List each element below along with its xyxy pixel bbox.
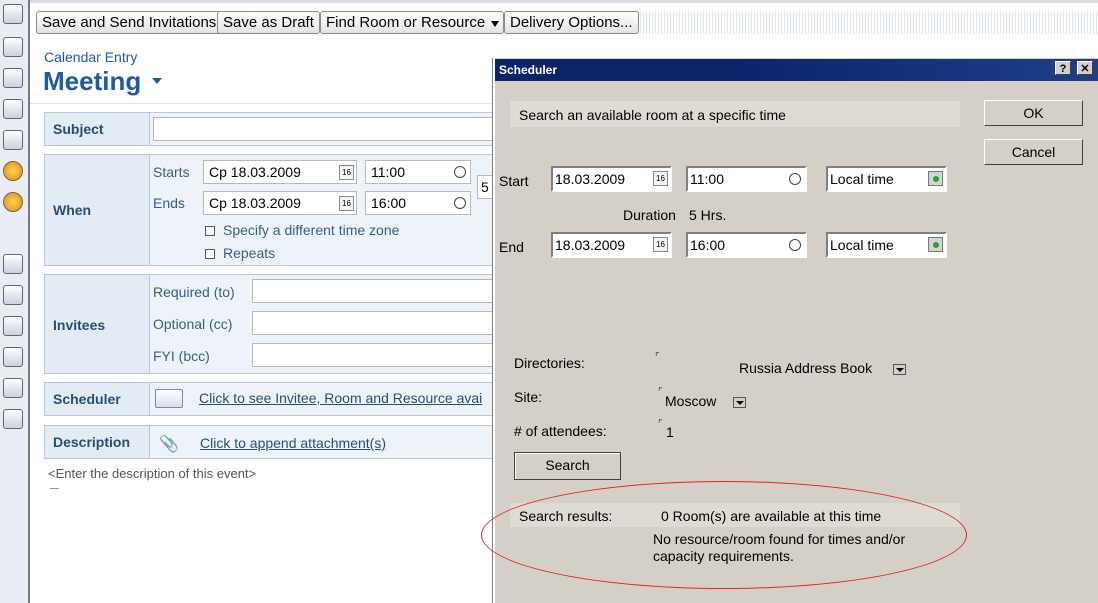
end-date-field[interactable]: Ср 18.03.2009 [203, 191, 357, 215]
invitees-label: Invitees [53, 317, 106, 333]
ok-button[interactable]: OK [984, 100, 1083, 126]
required-label: Required (to) [153, 284, 235, 300]
site-value[interactable]: Moscow [665, 393, 716, 409]
description-section: Description 📎 Click to append attachment… [44, 425, 514, 459]
repeats-checkbox-label: Repeats [223, 245, 276, 261]
globe-icon[interactable] [928, 171, 943, 186]
chevron-down-icon[interactable] [152, 78, 162, 84]
entry-type-selector[interactable]: Meeting [43, 66, 141, 97]
save-send-button[interactable]: Save and Send Invitations [36, 11, 223, 34]
toolbar-top-strip [30, 0, 1098, 3]
save-draft-button[interactable]: Save as Draft [217, 11, 320, 34]
site-marker: ⌜ [658, 387, 663, 398]
calendar-icon[interactable]: 16 [339, 196, 354, 211]
subject-input[interactable] [153, 117, 513, 141]
globe-icon[interactable] [928, 237, 943, 252]
search-button[interactable]: Search [514, 452, 621, 480]
ends-label: Ends [153, 195, 185, 211]
highlight-ellipse [481, 481, 967, 589]
search-heading: Search an available room at a specific t… [519, 107, 786, 123]
calendar-icon[interactable]: 16 [339, 165, 354, 180]
help-button[interactable]: ? [1055, 61, 1071, 75]
scheduler-icon[interactable] [155, 389, 183, 408]
sametime-icon[interactable] [3, 192, 23, 212]
site-label: Site: [514, 389, 543, 405]
start-label: Start [499, 173, 529, 189]
find-room-button[interactable]: Find Room or Resource [320, 11, 505, 34]
delivery-options-button[interactable]: Delivery Options... [504, 11, 639, 34]
directories-value[interactable]: Russia Address Book [739, 360, 872, 376]
directories-marker: ⌜ [655, 352, 660, 363]
attendees-label: # of attendees: [514, 423, 607, 439]
when-label: When [53, 202, 92, 218]
attendees-value[interactable]: 1 [666, 424, 674, 440]
description-placeholder[interactable]: <Enter the description of this event> [48, 466, 256, 481]
replicator-icon[interactable] [3, 161, 23, 181]
dialog-titlebar: Scheduler ? ✕ [495, 59, 1098, 81]
duration-label: Duration [623, 207, 676, 223]
timezone-checkbox-label: Specify a different time zone [223, 222, 400, 238]
description-label: Description [53, 434, 131, 450]
when-section: When Starts Ср 18.03.2009 16 11:00 Ends … [44, 154, 495, 266]
optional-label: Optional (cc) [153, 316, 233, 332]
close-button[interactable]: ✕ [1077, 61, 1093, 75]
scheduler-section: Scheduler Click to see Invitee, Room and… [44, 382, 514, 416]
notebook-icon[interactable] [3, 130, 23, 150]
clock-icon[interactable] [789, 239, 801, 251]
text-cursor [50, 488, 59, 489]
paperclip-icon[interactable]: 📎 [159, 434, 179, 454]
calendar-icon[interactable]: 16 [653, 171, 668, 186]
header-divider [30, 103, 500, 104]
invitees-section: Invitees Required (to) Optional (cc) FYI… [44, 274, 514, 374]
fyi-input[interactable] [252, 343, 513, 367]
directories-label: Directories: [514, 355, 585, 371]
clock-icon[interactable] [789, 173, 801, 185]
dialog-title: Scheduler [499, 63, 558, 77]
database-icon[interactable] [3, 316, 23, 336]
chevron-down-icon [491, 21, 500, 27]
document-icon[interactable] [3, 254, 23, 274]
left-icon-bar [0, 0, 30, 603]
contacts-icon[interactable] [3, 68, 23, 88]
timezone-checkbox[interactable] [205, 226, 215, 236]
required-input[interactable] [252, 279, 513, 303]
attach-link[interactable]: Click to append attachment(s) [200, 435, 386, 451]
fyi-label: FYI (bcc) [153, 348, 210, 364]
folder-icon[interactable] [3, 347, 23, 367]
find-room-label: Find Room or Resource [326, 14, 486, 31]
end-label: End [499, 239, 524, 255]
calendar-icon[interactable]: 16 [653, 237, 668, 252]
favorites-icon[interactable] [3, 285, 23, 305]
start-date-field[interactable]: Ср 18.03.2009 [203, 160, 357, 184]
toolbar-fill [640, 11, 1098, 34]
subject-label: Subject [53, 121, 104, 137]
subject-section: Subject [44, 112, 514, 146]
calendar-icon[interactable] [3, 37, 23, 57]
scheduler-label: Scheduler [53, 391, 121, 407]
scheduler-link[interactable]: Click to see Invitee, Room and Resource … [199, 390, 482, 406]
chevron-down-icon[interactable] [893, 364, 906, 375]
building-icon[interactable] [3, 378, 23, 398]
network-icon[interactable] [3, 409, 23, 429]
chevron-down-icon[interactable] [733, 397, 746, 408]
mail-icon[interactable] [3, 4, 23, 24]
form-type-label: Calendar Entry [44, 49, 138, 65]
attendees-marker: ⌜ [658, 419, 663, 430]
todo-icon[interactable] [3, 99, 23, 119]
clock-icon[interactable] [454, 197, 466, 209]
clock-icon[interactable] [454, 166, 466, 178]
cancel-button[interactable]: Cancel [984, 139, 1083, 165]
optional-input[interactable] [252, 311, 513, 335]
starts-label: Starts [153, 164, 190, 180]
repeats-checkbox[interactable] [205, 249, 215, 259]
duration-value: 5 Hrs. [689, 207, 727, 223]
